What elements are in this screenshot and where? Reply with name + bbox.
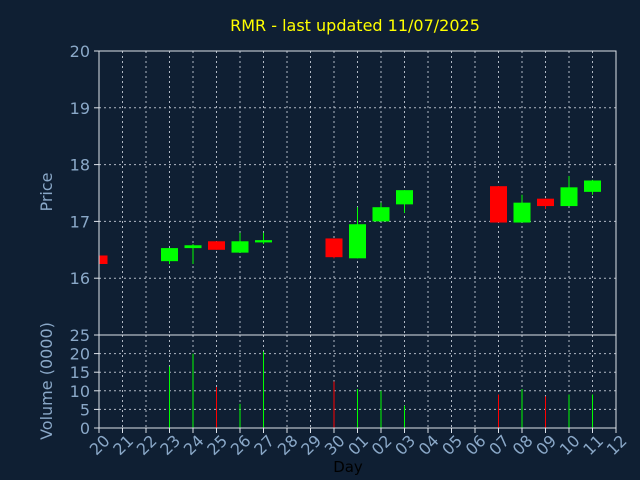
candle-body [490, 186, 507, 223]
candle-body [184, 245, 202, 249]
candle-body [560, 187, 578, 207]
volume-tick-label: 25 [70, 326, 90, 345]
volume-tick-label: 0 [80, 419, 90, 438]
candle-body [231, 241, 249, 253]
chart-title: RMR - last updated 11/07/2025 [230, 16, 480, 35]
candle-body [537, 198, 554, 207]
price-panel: 16 17 18 19 20 [70, 42, 617, 336]
candle-body [99, 255, 108, 264]
candle-body [349, 224, 366, 259]
volume-axis-label: Volume (0000) [37, 322, 56, 440]
x-axis-label: Day [333, 458, 363, 476]
price-tick-label: 16 [70, 269, 90, 288]
volume-tick-label: 10 [70, 382, 90, 401]
candle-body [208, 241, 225, 250]
volume-panel: 0510152025 [70, 326, 617, 438]
candle-body [161, 248, 178, 262]
price-tick-label: 19 [70, 99, 90, 118]
candle-body [396, 190, 413, 205]
stock-chart: RMR - last updated 11/07/2025 16 17 18 19 20… [0, 0, 640, 480]
price-tick-label: 17 [70, 212, 90, 231]
volume-tick-label: 5 [80, 400, 90, 419]
candle-body [325, 238, 343, 258]
candle-body [584, 180, 601, 192]
volume-tick-label: 15 [70, 363, 90, 382]
price-axis-label: Price [37, 172, 56, 211]
price-tick-label: 20 [70, 42, 90, 61]
price-tick-label: 18 [70, 156, 90, 175]
candle-body [513, 202, 531, 223]
candle-body [372, 207, 390, 222]
candle-body [255, 240, 272, 243]
volume-tick-label: 20 [70, 345, 90, 364]
